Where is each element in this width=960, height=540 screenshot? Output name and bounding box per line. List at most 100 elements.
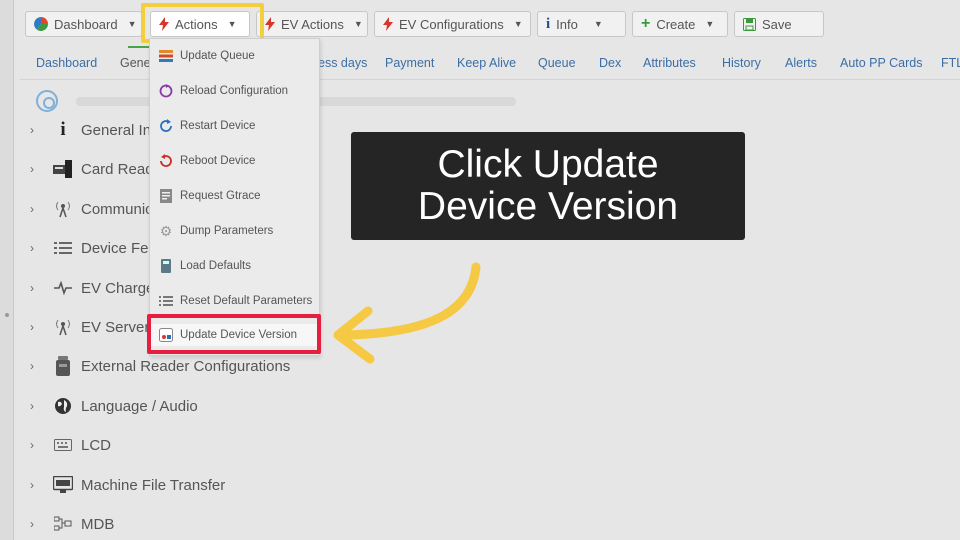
chevron-right-icon: › <box>30 517 34 531</box>
tree-item-label: MDB <box>81 515 115 533</box>
tab-general[interactable]: Gene <box>120 56 151 70</box>
chevron-right-icon: › <box>30 438 34 452</box>
tab-ftl[interactable]: FTL <box>941 56 960 70</box>
menu-item-load-defaults[interactable]: Load Defaults <box>158 255 251 277</box>
list-icon <box>52 241 74 255</box>
tab-history[interactable]: History <box>722 56 761 70</box>
menu-item-label: Update Queue <box>180 50 255 62</box>
tree-item-label: Device Fea <box>81 239 157 257</box>
reload-icon <box>158 84 174 98</box>
left-rail <box>0 0 14 540</box>
dashboard-label: Dashboard <box>54 16 118 32</box>
callout-line-2: Device Version <box>417 185 679 228</box>
create-label: Create <box>656 16 696 32</box>
tree-item-general-info[interactable]: › i General Inf <box>30 118 155 142</box>
chevron-right-icon: › <box>30 123 34 137</box>
tree-item-communication[interactable]: › Communic <box>30 197 153 221</box>
create-button[interactable]: + Create ▼ <box>632 11 728 37</box>
tree-item-language-audio[interactable]: › Language / Audio <box>30 394 198 418</box>
ev-configurations-button[interactable]: EV Configurations ▼ <box>374 11 531 37</box>
restart-icon <box>158 119 174 133</box>
keyboard-icon <box>52 439 74 451</box>
save-button[interactable]: Save <box>734 11 824 37</box>
menu-item-update-queue[interactable]: Update Queue <box>158 45 255 67</box>
info-button[interactable]: i Info ▼ <box>537 11 626 37</box>
menu-item-dump-parameters[interactable]: ⚙ Dump Parameters <box>158 220 274 242</box>
tab-auto-pp-cards[interactable]: Auto PP Cards <box>840 56 922 70</box>
tab-access-days[interactable]: ess days <box>318 56 367 70</box>
save-icon <box>743 17 756 31</box>
tab-attributes[interactable]: Attributes <box>643 56 696 70</box>
tree-item-label: External Reader Configurations <box>81 357 291 375</box>
menu-item-restart-device[interactable]: Restart Device <box>158 115 255 137</box>
tab-dashboard[interactable]: Dashboard <box>36 56 97 70</box>
menu-item-label: Reset Default Parameters <box>180 295 313 307</box>
chevron-down-icon: ▼ <box>513 19 523 29</box>
tab-keep-alive[interactable]: Keep Alive <box>457 56 516 70</box>
info-label: Info <box>556 16 578 32</box>
chevron-right-icon: › <box>30 202 34 216</box>
menu-item-reboot-device[interactable]: Reboot Device <box>158 150 255 172</box>
actions-dropdown-menu: Update Queue Reload Configuration Restar… <box>149 38 320 356</box>
chevron-right-icon: › <box>30 399 34 413</box>
rail-handle[interactable] <box>5 313 9 317</box>
chevron-down-icon: ▼ <box>353 19 363 29</box>
save-label: Save <box>762 16 792 32</box>
tree-item-label: Communic <box>81 200 153 218</box>
network-icon <box>52 516 74 532</box>
menu-item-label: Reboot Device <box>180 155 256 167</box>
actions-highlight <box>141 3 264 43</box>
tree-item-ev-server[interactable]: › EV Server <box>30 315 149 339</box>
chevron-right-icon: › <box>30 320 34 334</box>
pie-chart-icon <box>34 17 48 31</box>
menu-item-label: Load Defaults <box>180 260 251 272</box>
ftp-icon <box>52 476 74 494</box>
curved-arrow-icon <box>333 262 481 364</box>
menu-item-reload-configuration[interactable]: Reload Configuration <box>158 80 288 102</box>
antenna-icon <box>52 318 74 336</box>
reboot-icon <box>158 154 174 168</box>
chevron-down-icon: ▼ <box>705 19 715 29</box>
callout-line-1: Click Update <box>437 143 659 186</box>
tab-queue[interactable]: Queue <box>538 56 576 70</box>
reader-icon <box>52 356 74 376</box>
tree-item-mdb[interactable]: › MDB <box>30 512 114 536</box>
instruction-callout: Click Update Device Version <box>351 132 745 240</box>
gear-icon: ⚙ <box>159 222 173 239</box>
list-icon <box>158 295 174 307</box>
tree-item-card-reader[interactable]: › Card Reade <box>30 157 162 181</box>
lightning-icon <box>383 17 393 31</box>
globe-icon <box>52 397 74 415</box>
chevron-down-icon: ▼ <box>127 19 137 29</box>
tree-item-ev-charger[interactable]: › EV Charger <box>30 276 159 300</box>
update-device-version-highlight <box>147 314 321 354</box>
menu-item-request-gtrace[interactable]: Request Gtrace <box>158 185 261 207</box>
chevron-right-icon: › <box>30 478 34 492</box>
menu-item-reset-default-parameters[interactable]: Reset Default Parameters <box>158 290 312 312</box>
ev-configurations-label: EV Configurations <box>399 16 504 32</box>
tree-item-label: General Inf <box>81 121 156 139</box>
chevron-right-icon: › <box>30 359 34 373</box>
menu-item-label: Dump Parameters <box>180 225 274 237</box>
menu-item-label: Request Gtrace <box>180 190 261 202</box>
menu-item-label: Restart Device <box>180 120 256 132</box>
info-icon: i <box>60 119 66 140</box>
tab-dex[interactable]: Dex <box>599 56 621 70</box>
tree-item-label: EV Charger <box>81 279 160 297</box>
tree-item-label: Language / Audio <box>81 397 198 415</box>
tree-item-machine-file-transfer[interactable]: › Machine File Transfer <box>30 473 225 497</box>
tree-item-lcd[interactable]: › LCD <box>30 433 111 457</box>
ev-actions-button[interactable]: EV Actions ▼ <box>256 11 368 37</box>
tree-item-external-reader-configurations[interactable]: › External Reader Configurations <box>30 354 290 378</box>
queue-icon <box>158 50 174 62</box>
tree-item-label: EV Server <box>81 318 150 336</box>
dashboard-button[interactable]: Dashboard ▼ <box>25 11 142 37</box>
tab-alerts[interactable]: Alerts <box>785 56 817 70</box>
ev-actions-label: EV Actions <box>281 16 344 32</box>
card-reader-icon <box>52 160 74 178</box>
tree-item-device-features[interactable]: › Device Fea <box>30 236 157 260</box>
chevron-right-icon: › <box>30 162 34 176</box>
tab-payment[interactable]: Payment <box>385 56 434 70</box>
menu-item-label: Reload Configuration <box>180 85 289 97</box>
chevron-right-icon: › <box>30 241 34 255</box>
